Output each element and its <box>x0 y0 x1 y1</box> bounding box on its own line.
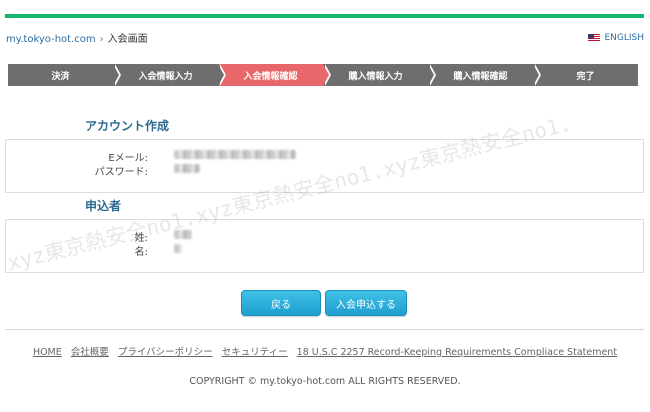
footer-link-home[interactable]: HOME <box>33 347 62 358</box>
us-flag-icon <box>588 34 601 42</box>
breadcrumb-current: 入会画面 <box>107 34 148 45</box>
footer-link-2257[interactable]: 18 U.S.C 2257 Record-Keeping Requirement… <box>297 347 617 358</box>
email-row: Eメール: <box>0 149 296 164</box>
breadcrumb: my.tokyo-hot.com › 入会画面 <box>6 30 148 45</box>
step-payment: 決済 <box>8 64 121 86</box>
account-section-title: アカウント作成 <box>85 119 170 133</box>
step-label: 購入情報入力 <box>348 71 403 82</box>
last-name-value-redacted <box>174 230 192 239</box>
step-purchase-input: 購入情報入力 <box>323 64 436 86</box>
step-label: 入会情報確認 <box>243 71 298 82</box>
footer-link-privacy[interactable]: プライバシーポリシー <box>118 347 213 358</box>
copyright: COPYRIGHT © my.tokyo-hot.com ALL RIGHTS … <box>189 376 461 387</box>
step-complete: 完了 <box>533 64 638 86</box>
language-label[interactable]: ENGLISH <box>604 33 644 43</box>
first-name-label: 名: <box>134 247 148 258</box>
step-member-input: 入会情報入力 <box>113 64 226 86</box>
footer-divider <box>5 329 644 330</box>
footer-link-security[interactable]: セキュリティー <box>222 347 288 358</box>
language-switch[interactable]: ENGLISH <box>588 33 644 43</box>
breadcrumb-site-link[interactable]: my.tokyo-hot.com <box>6 34 96 45</box>
breadcrumb-separator: › <box>99 34 104 45</box>
applicant-section-title: 申込者 <box>85 199 122 213</box>
step-label: 購入情報確認 <box>453 71 508 82</box>
password-value-redacted <box>174 164 200 173</box>
step-label: 完了 <box>576 71 595 82</box>
step-label: 決済 <box>51 71 70 82</box>
step-member-confirm: 入会情報確認 <box>218 64 331 86</box>
last-name-row: 姓: <box>0 229 192 244</box>
back-button[interactable]: 戻る <box>241 290 321 316</box>
email-label: Eメール: <box>108 153 148 164</box>
first-name-row: 名: <box>0 243 182 258</box>
submit-membership-button[interactable]: 入会申込する <box>325 290 407 316</box>
footer-links: HOME 会社概要 プライバシーポリシー セキュリティー 18 U.S.C 22… <box>0 344 650 358</box>
progress-steps: 決済 入会情報入力 入会情報確認 購入情報入力 購入情報確認 完了 <box>8 64 638 86</box>
password-label: パスワード: <box>94 167 148 178</box>
top-accent-bar <box>5 14 644 18</box>
last-name-label: 姓: <box>134 233 148 244</box>
footer-link-company[interactable]: 会社概要 <box>71 347 109 358</box>
email-value-redacted <box>174 150 296 159</box>
step-label: 入会情報入力 <box>138 71 193 82</box>
step-purchase-confirm: 購入情報確認 <box>428 64 541 86</box>
password-row: パスワード: <box>0 163 200 178</box>
first-name-value-redacted <box>174 244 182 253</box>
